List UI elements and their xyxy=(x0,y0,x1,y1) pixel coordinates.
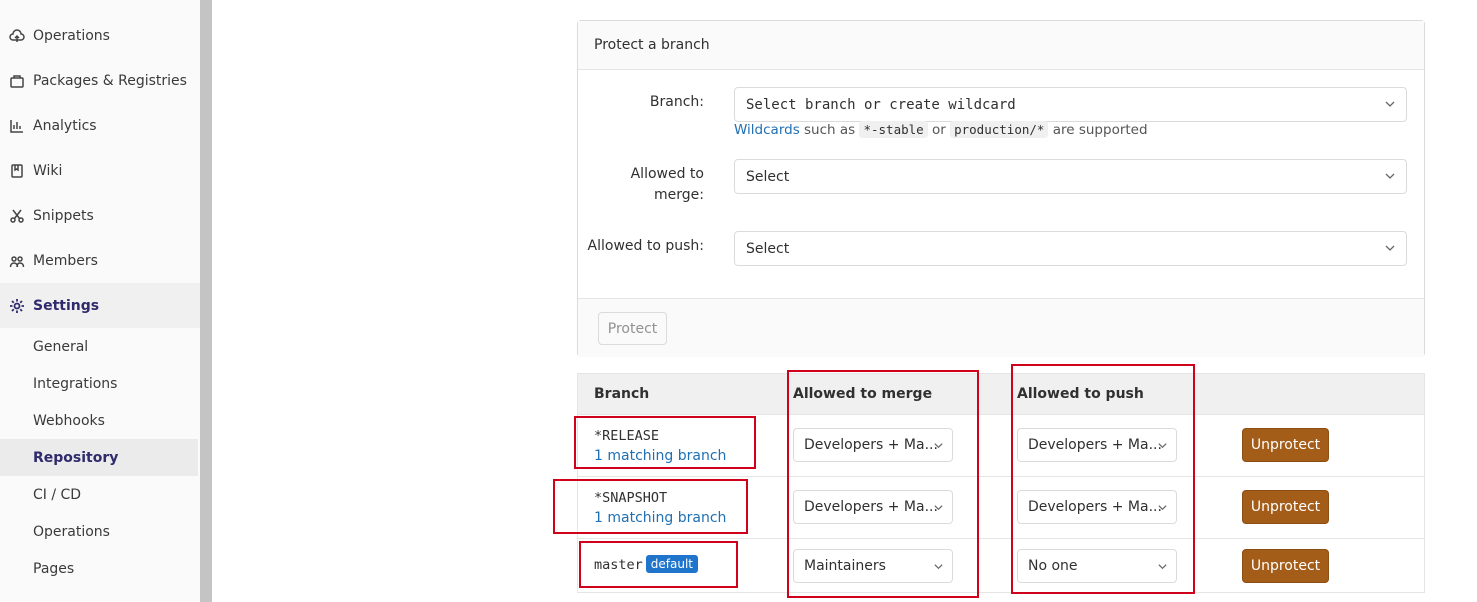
sidebar-subitem-webhooks[interactable]: Webhooks xyxy=(0,402,198,439)
help-text: such as xyxy=(799,122,860,138)
table-header: Branch Allowed to merge Allowed to push xyxy=(578,374,1424,415)
sidebar-subitem-repository[interactable]: Repository xyxy=(0,439,198,476)
unprotect-button[interactable]: Unprotect xyxy=(1242,549,1329,583)
help-code-stable: *-stable xyxy=(859,121,928,138)
help-text: or xyxy=(927,122,951,138)
gear-icon xyxy=(8,297,26,315)
merge-label-line2: merge: xyxy=(654,187,704,203)
sidebar-item-label: Settings xyxy=(33,297,100,314)
chart-icon xyxy=(8,117,26,135)
sidebar-item-settings[interactable]: Settings xyxy=(0,283,200,328)
sidebar-item-members[interactable]: Members xyxy=(0,238,200,283)
panel-footer: Protect xyxy=(578,298,1424,357)
sidebar-item-label: Members xyxy=(33,252,98,269)
merge-label: Allowed to merge: xyxy=(631,164,704,206)
merge-select[interactable]: Select xyxy=(734,159,1407,194)
annotation-box-snapshot xyxy=(553,479,748,534)
annotation-box-master xyxy=(579,541,738,588)
sidebar-scrollbar[interactable] xyxy=(200,0,212,602)
sidebar-subitem-cicd[interactable]: CI / CD xyxy=(0,476,198,513)
sidebar-item-label: Snippets xyxy=(33,207,94,224)
sidebar-item-operations[interactable]: Operations xyxy=(0,13,200,58)
sidebar-subitem-integrations[interactable]: Integrations xyxy=(0,365,198,402)
sidebar-subitem-operations[interactable]: Operations xyxy=(0,513,198,550)
chevron-down-icon xyxy=(1385,245,1395,251)
merge-label-line1: Allowed to xyxy=(630,166,704,182)
sidebar-item-label: Packages & Registries xyxy=(33,72,187,89)
sidebar-item-label: Operations xyxy=(33,27,110,44)
merge-select-value: Select xyxy=(746,168,790,185)
protect-button[interactable]: Protect xyxy=(598,312,667,345)
sidebar-item-wiki[interactable]: Wiki xyxy=(0,148,200,193)
scissors-icon xyxy=(8,207,26,225)
unprotect-button[interactable]: Unprotect xyxy=(1242,490,1329,524)
cloud-icon xyxy=(8,27,26,45)
push-select-value: Select xyxy=(746,240,790,257)
users-icon xyxy=(8,252,26,270)
sidebar-item-packages[interactable]: Packages & Registries xyxy=(0,58,200,103)
annotation-box-release xyxy=(574,416,756,469)
package-icon xyxy=(8,72,26,90)
header-branch: Branch xyxy=(594,386,650,402)
sidebar-subitem-general[interactable]: General xyxy=(0,328,198,365)
sidebar-subitem-pages[interactable]: Pages xyxy=(0,550,198,587)
help-text: are supported xyxy=(1048,122,1148,138)
branch-select-placeholder: Select branch or create wildcard xyxy=(746,96,1016,113)
branch-label: Branch: xyxy=(649,94,704,110)
chevron-down-icon xyxy=(1385,101,1395,107)
sidebar-item-snippets[interactable]: Snippets xyxy=(0,193,200,238)
push-label: Allowed to push: xyxy=(587,238,704,254)
annotation-box-merge-column xyxy=(787,370,979,598)
sidebar-item-label: Wiki xyxy=(33,162,63,179)
sidebar: Operations Packages & Registries Analyti… xyxy=(0,0,200,602)
unprotect-button[interactable]: Unprotect xyxy=(1242,428,1329,462)
wildcards-link[interactable]: Wildcards xyxy=(734,122,800,138)
panel-title: Protect a branch xyxy=(578,21,1424,70)
chevron-down-icon xyxy=(1385,173,1395,179)
book-icon xyxy=(8,162,26,180)
sidebar-item-label: Analytics xyxy=(33,117,97,134)
push-select[interactable]: Select xyxy=(734,231,1407,266)
help-code-production: production/* xyxy=(950,121,1049,138)
protect-branch-panel: Protect a branch Branch: Select branch o… xyxy=(577,20,1425,357)
sidebar-item-analytics[interactable]: Analytics xyxy=(0,103,200,148)
wildcard-help: Wildcards such as *-stable or production… xyxy=(734,121,1148,138)
annotation-box-push-column xyxy=(1011,364,1195,594)
branch-select[interactable]: Select branch or create wildcard xyxy=(734,87,1407,122)
